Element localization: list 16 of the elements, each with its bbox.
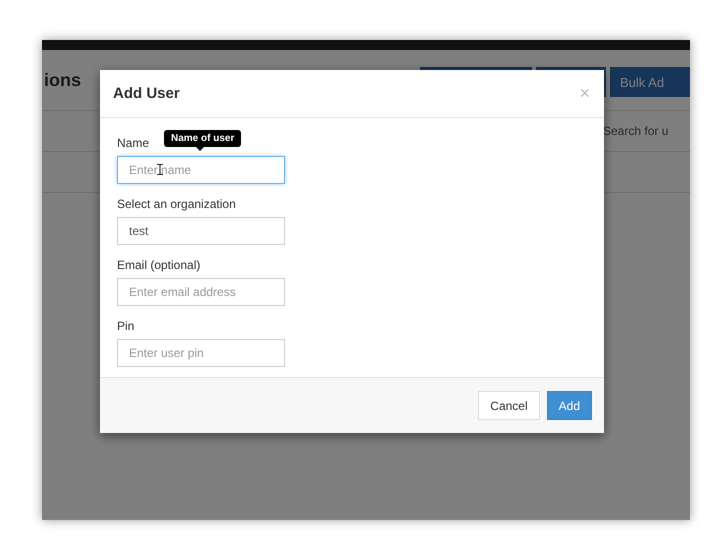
dialog-title: Add User (113, 85, 180, 102)
field-label: Select an organization (117, 197, 236, 211)
input-field[interactable]: Enter email address (117, 278, 285, 306)
input-field[interactable]: test (117, 217, 285, 245)
input-field[interactable]: Enter user pin (117, 339, 285, 367)
bulk-add-button[interactable]: Bulk Ad (610, 67, 690, 97)
cancel-button[interactable]: Cancel (478, 391, 540, 420)
page-title: ions (43, 70, 82, 90)
field-label: Name (117, 136, 150, 150)
field-label: Email (optional) (117, 258, 200, 272)
text-cursor-icon (157, 164, 163, 175)
add-button[interactable]: Add (546, 391, 592, 420)
input-field[interactable]: Enter name (117, 156, 285, 184)
field-label: Pin (117, 319, 134, 333)
close-button[interactable]: × (579, 83, 590, 104)
search-field[interactable]: Search for u (601, 123, 690, 139)
